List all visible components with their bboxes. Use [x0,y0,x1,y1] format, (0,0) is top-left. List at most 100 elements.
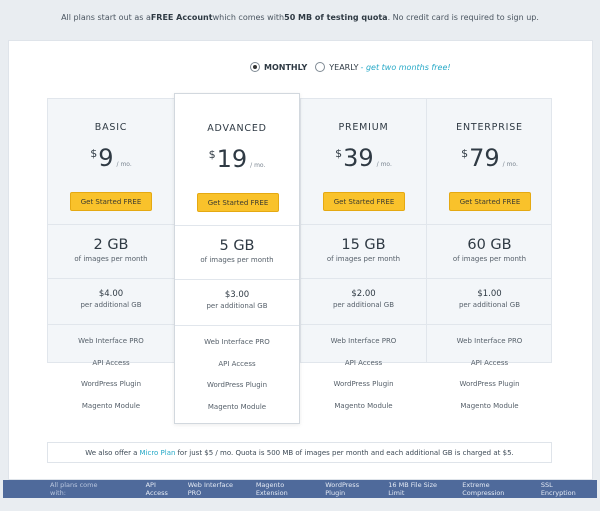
yearly-promo-text: - get two months free! [360,62,451,72]
extra-price: $4.00 [98,289,124,299]
feature-item: Magento Module [334,401,393,410]
price-currency: $ [90,147,98,160]
plan-quota: 5 GB of images per month [175,225,299,279]
plan-price: $ 79 / mo. [427,145,552,171]
plan-name: PREMIUM [338,122,389,133]
footer-feature: 16 MB File Size Limit [388,481,438,497]
plan-name: ADVANCED [207,123,267,134]
notice-text: . No credit card is required to sign up. [387,12,539,22]
micro-text: for just $5 / mo. Quota is 500 MB of ima… [177,448,514,457]
feature-item: Web Interface PRO [456,337,523,345]
features-footer: All plans come with: API Access Web Inte… [3,480,597,498]
feature-item: Magento Module [81,401,141,410]
feature-item: WordPress Plugin [459,380,520,388]
pricing-panel: MONTHLY YEARLY - get two months free! BA… [8,40,593,480]
price-amount: 39 [343,144,374,172]
plan-features: Web Interface PRO API Access WordPress P… [48,324,174,432]
plan-price: $ 19 / mo. [175,146,299,172]
get-started-button[interactable]: Get Started FREE [323,192,405,211]
plan-price: $ 39 / mo. [301,145,426,171]
plan-name: BASIC [94,122,128,133]
price-amount: 79 [469,144,500,172]
footer-feature: Extreme Compression [462,481,505,497]
price-amount: 9 [98,144,114,172]
notice-text: All plans start out as a [61,12,151,22]
extra-price: $2.00 [351,289,376,299]
billing-toggle: MONTHLY YEARLY - get two months free! [250,62,459,72]
top-notice: All plans start out as a FREE Account wh… [0,0,600,34]
feature-item: API Access [470,358,509,367]
price-currency: $ [335,147,343,160]
extra-price: $3.00 [224,290,250,300]
feature-item: WordPress Plugin [206,381,268,389]
quota-note: of images per month [452,255,527,263]
footer-lead: All plans come with: [50,481,98,497]
radio-unselected-icon[interactable] [315,62,326,72]
plan-quota: 15 GB of images per month [301,224,426,278]
plan-extra-cost: $2.00 per additional GB [301,278,426,324]
plan-features: Web Interface PRO API Access WordPress P… [301,324,426,432]
price-period: / mo. [502,161,518,168]
notice-free-account: FREE Account [150,12,213,22]
get-started-button[interactable]: Get Started FREE [70,192,152,211]
quota-note: of images per month [200,256,274,264]
plan-price: $ 9 / mo. [48,145,174,171]
notice-text: which comes with [212,12,285,22]
quota-note: of images per month [74,255,148,263]
plan-features: Web Interface PRO API Access WordPress P… [427,324,552,432]
plan-advanced: ADVANCED $ 19 / mo. Get Started FREE 5 G… [174,93,300,424]
extra-note: per additional GB [80,301,142,309]
get-started-button[interactable]: Get Started FREE [449,192,531,211]
feature-item: API Access [92,358,130,367]
plan-name: ENTERPRISE [456,122,523,133]
radio-selected-icon[interactable] [250,62,260,72]
extra-note: per additional GB [206,302,268,310]
quota-amount: 2 GB [93,237,129,253]
plan-quota: 60 GB of images per month [427,224,552,278]
price-currency: $ [461,147,469,160]
quota-amount: 15 GB [341,237,386,253]
micro-plan-link[interactable]: Micro Plan [139,449,175,457]
feature-item: WordPress Plugin [80,380,142,388]
micro-plan-notice: We also offer a Micro Plan for just $5 /… [47,442,552,463]
plan-extra-cost: $1.00 per additional GB [427,278,552,324]
footer-feature: Web Interface PRO [187,481,234,497]
extra-note: per additional GB [332,301,395,309]
feature-item: API Access [344,358,383,367]
feature-item: Magento Module [460,401,519,410]
price-currency: $ [208,148,216,161]
billing-monthly-label: MONTHLY [264,62,308,72]
extra-note: per additional GB [458,301,521,309]
plan-basic: BASIC $ 9 / mo. Get Started FREE 2 GB of… [48,99,174,410]
price-period: / mo. [250,162,266,169]
plan-enterprise: ENTERPRISE $ 79 / mo. Get Started FREE 6… [426,99,552,410]
plan-extra-cost: $4.00 per additional GB [48,278,174,324]
billing-yearly-label: YEARLY [329,62,359,72]
price-amount: 19 [216,145,248,173]
get-started-button[interactable]: Get Started FREE [197,193,279,212]
price-period: / mo. [116,161,132,168]
billing-monthly-option[interactable]: MONTHLY [250,62,307,72]
price-period: / mo. [376,161,392,168]
feature-item: Web Interface PRO [204,338,270,346]
plan-extra-cost: $3.00 per additional GB [175,279,299,325]
quota-amount: 60 GB [467,237,512,253]
plan-premium: PREMIUM $ 39 / mo. Get Started FREE 15 G… [300,99,426,410]
feature-item: Web Interface PRO [78,337,144,345]
footer-feature: SSL Encryption [540,481,576,497]
plan-quota: 2 GB of images per month [48,224,174,278]
micro-text: We also offer a [85,448,138,457]
feature-item: Web Interface PRO [330,337,397,345]
quota-amount: 5 GB [219,238,255,254]
plans-grid: BASIC $ 9 / mo. Get Started FREE 2 GB of… [47,93,552,424]
extra-price: $1.00 [477,289,502,299]
notice-quota: 50 MB of testing quota [284,12,388,22]
footer-feature: WordPress Plugin [325,481,360,497]
plan-features: Web Interface PRO API Access WordPress P… [175,325,299,433]
quota-note: of images per month [326,255,401,263]
footer-feature: API Access [145,481,168,497]
feature-item: Magento Module [207,402,267,411]
footer-feature: Magento Extension [255,481,288,497]
feature-item: API Access [218,359,256,368]
billing-yearly-option[interactable]: YEARLY - get two months free! [315,62,451,72]
